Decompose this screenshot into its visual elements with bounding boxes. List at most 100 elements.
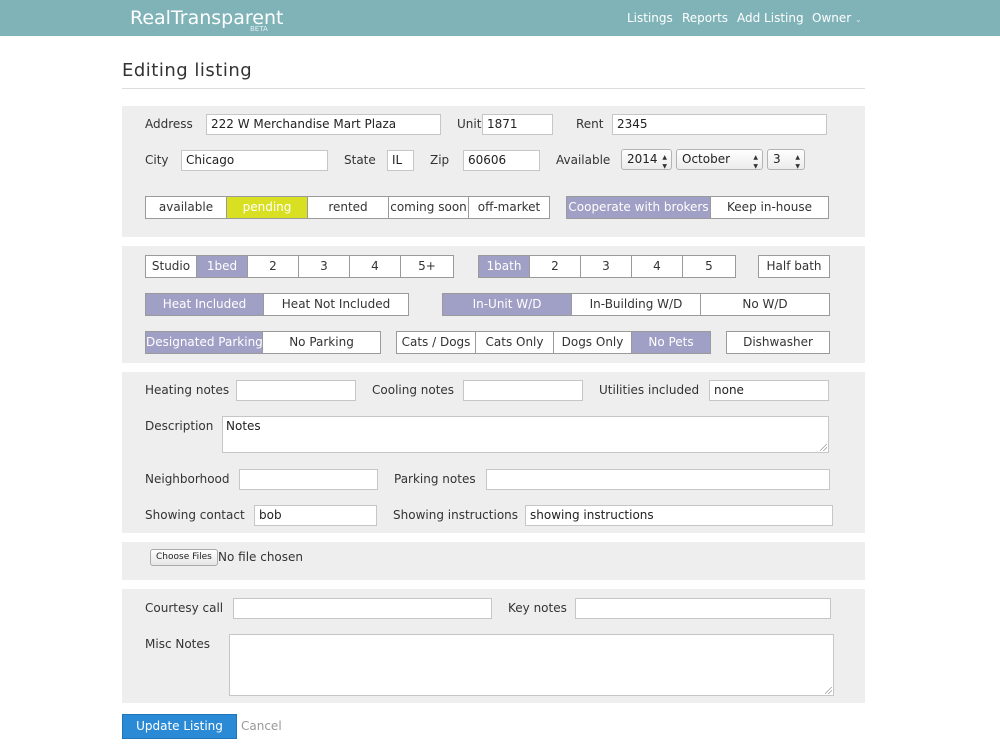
- status-pending[interactable]: pending: [227, 197, 308, 218]
- heat-toggle: Heat Included Heat Not Included: [145, 293, 409, 316]
- beta-badge: BETA: [250, 25, 268, 33]
- day-select[interactable]: 3 ▲ ▼: [767, 149, 805, 170]
- year-value: 2014: [627, 152, 658, 166]
- parking-notes-label: Parking notes: [394, 472, 476, 486]
- rent-input[interactable]: 2345: [612, 114, 827, 135]
- utilities-label: Utilities included: [599, 383, 700, 397]
- misc-notes-label: Misc Notes: [145, 637, 211, 651]
- beds-1[interactable]: 1bed: [197, 256, 248, 277]
- state-label: State: [344, 153, 376, 167]
- baths-toggle: 1bath 2 3 4 5: [478, 255, 736, 278]
- misc-notes-textarea[interactable]: [229, 634, 834, 696]
- showing-instructions-input[interactable]: showing instructions: [525, 505, 833, 526]
- pets-none[interactable]: No Pets: [632, 332, 710, 353]
- courtesy-call-input[interactable]: [233, 598, 492, 619]
- pets-cats-dogs[interactable]: Cats / Dogs: [397, 332, 476, 353]
- address-input[interactable]: 222 W Merchandise Mart Plaza: [206, 114, 441, 135]
- cooling-notes-input[interactable]: [463, 380, 583, 401]
- status-toggle: available pending rented coming soon off…: [145, 196, 550, 219]
- heat-included[interactable]: Heat Included: [146, 294, 264, 315]
- beds-3[interactable]: 3: [299, 256, 350, 277]
- status-available[interactable]: available: [146, 197, 227, 218]
- neighborhood-input[interactable]: [239, 469, 378, 490]
- month-select[interactable]: October ▲ ▼: [676, 149, 763, 170]
- baths-4[interactable]: 4: [632, 256, 683, 277]
- cancel-link[interactable]: Cancel: [241, 719, 282, 733]
- rent-label: Rent: [576, 117, 604, 131]
- pets-dogs-only[interactable]: Dogs Only: [554, 332, 632, 353]
- laundry-none[interactable]: No W/D: [701, 294, 829, 315]
- state-input[interactable]: IL: [387, 150, 414, 171]
- status-coming-soon[interactable]: coming soon: [389, 197, 469, 218]
- description-label: Description: [145, 419, 214, 433]
- broker-toggle: Cooperate with brokers Keep in-house: [566, 196, 829, 219]
- heat-not-included[interactable]: Heat Not Included: [264, 294, 408, 315]
- half-bath-button[interactable]: Half bath: [759, 256, 829, 277]
- beds-2[interactable]: 2: [248, 256, 299, 277]
- laundry-in-unit[interactable]: In-Unit W/D: [443, 294, 572, 315]
- choose-files-button[interactable]: Choose Files: [150, 549, 218, 566]
- showing-contact-label: Showing contact: [145, 508, 245, 522]
- neighborhood-label: Neighborhood: [145, 472, 230, 486]
- utilities-input[interactable]: none: [709, 380, 829, 401]
- day-value: 3: [773, 152, 781, 166]
- chevron-down-icon: ⌄: [855, 15, 862, 24]
- year-select[interactable]: 2014 ▲ ▼: [621, 149, 672, 170]
- baths-2[interactable]: 2: [530, 256, 581, 277]
- select-arrows-icon: ▲ ▼: [795, 154, 800, 170]
- select-arrows-icon: ▲ ▼: [753, 154, 758, 170]
- parking-notes-input[interactable]: [486, 469, 830, 490]
- dishwasher-button[interactable]: Dishwasher: [727, 332, 829, 353]
- select-arrows-icon: ▲ ▼: [662, 154, 667, 170]
- parking-designated[interactable]: Designated Parking: [146, 332, 263, 353]
- city-label: City: [145, 153, 169, 167]
- available-label: Available: [556, 153, 611, 167]
- month-value: October: [682, 152, 731, 166]
- courtesy-call-label: Courtesy call: [145, 601, 224, 615]
- resize-grip-icon[interactable]: [820, 444, 827, 451]
- showing-contact-input[interactable]: bob: [254, 505, 377, 526]
- city-input[interactable]: Chicago: [181, 150, 328, 171]
- top-navbar: RealTransparent BETA Listings Reports Ad…: [0, 0, 1000, 36]
- page-title: Editing listing: [122, 60, 253, 81]
- baths-3[interactable]: 3: [581, 256, 632, 277]
- zip-label: Zip: [430, 153, 450, 167]
- beds-5-plus[interactable]: 5+: [401, 256, 453, 277]
- zip-input[interactable]: 60606: [463, 150, 540, 171]
- heating-notes-label: Heating notes: [145, 383, 230, 397]
- beds-4[interactable]: 4: [350, 256, 401, 277]
- update-listing-button[interactable]: Update Listing: [122, 714, 237, 739]
- pets-cats-only[interactable]: Cats Only: [476, 332, 554, 353]
- beds-toggle: Studio 1bed 2 3 4 5+: [145, 255, 454, 278]
- status-off-market[interactable]: off-market: [469, 197, 549, 218]
- status-rented[interactable]: rented: [308, 197, 389, 218]
- divider: [122, 88, 865, 89]
- nav-reports[interactable]: Reports: [682, 11, 728, 25]
- key-notes-label: Key notes: [508, 601, 567, 615]
- broker-keep-in-house[interactable]: Keep in-house: [711, 197, 828, 218]
- laundry-toggle: In-Unit W/D In-Building W/D No W/D: [442, 293, 830, 316]
- beds-studio[interactable]: Studio: [146, 256, 197, 277]
- laundry-in-building[interactable]: In-Building W/D: [572, 294, 701, 315]
- baths-5[interactable]: 5: [683, 256, 735, 277]
- parking-none[interactable]: No Parking: [263, 332, 380, 353]
- pets-toggle: Cats / Dogs Cats Only Dogs Only No Pets: [396, 331, 711, 354]
- baths-1[interactable]: 1bath: [479, 256, 530, 277]
- unit-input[interactable]: 1871: [482, 114, 553, 135]
- unit-label: Unit: [457, 117, 482, 131]
- nav-listings[interactable]: Listings: [627, 11, 673, 25]
- showing-instructions-label: Showing instructions: [393, 508, 519, 522]
- dishwasher-toggle: Dishwasher: [726, 331, 830, 354]
- key-notes-input[interactable]: [575, 598, 831, 619]
- heating-notes-input[interactable]: [236, 380, 356, 401]
- resize-grip-icon[interactable]: [825, 687, 832, 694]
- parking-toggle: Designated Parking No Parking: [145, 331, 381, 354]
- nav-add-listing[interactable]: Add Listing: [737, 11, 804, 25]
- broker-cooperate[interactable]: Cooperate with brokers: [567, 197, 711, 218]
- description-textarea[interactable]: Notes: [222, 416, 829, 453]
- half-bath-toggle: Half bath: [758, 255, 830, 278]
- cooling-notes-label: Cooling notes: [372, 383, 455, 397]
- nav-owner-menu[interactable]: Owner ⌄: [812, 11, 862, 27]
- address-label: Address: [145, 117, 193, 131]
- file-status: No file chosen: [218, 550, 304, 564]
